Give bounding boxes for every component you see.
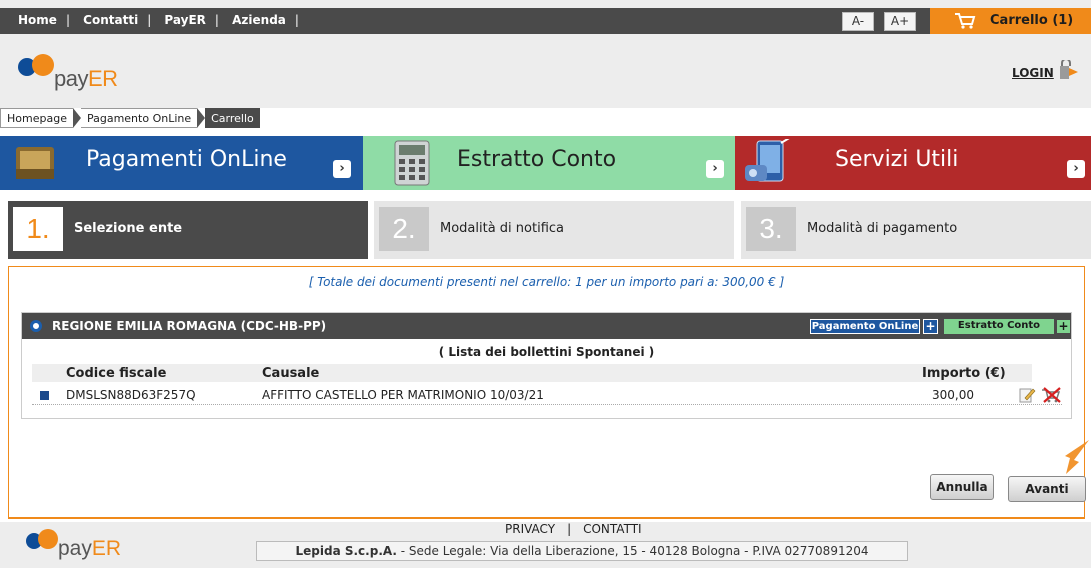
cart-summary: [ Totale dei documenti presenti nel carr… — [308, 275, 785, 289]
row-importo: 300,00 — [932, 388, 974, 402]
header — [0, 42, 1091, 108]
font-increase-button[interactable]: A+ — [884, 12, 916, 31]
breadcrumb: Homepage Pagamento OnLine Carrello — [0, 108, 260, 128]
wizard-steps: 1. Selezione ente 2. Modalità di notific… — [8, 201, 1091, 259]
row-marker — [40, 391, 49, 400]
list-title: ( Lista dei bollettini Spontanei ) — [438, 345, 655, 359]
footer-company-info: Lepida S.c.p.A. - Sede Legale: Via della… — [256, 541, 908, 561]
step-modalita-pagamento: 3. Modalità di pagamento — [741, 201, 1091, 259]
step-modalita-notifica: 2. Modalità di notifica — [374, 201, 734, 259]
add-pagamento-icon[interactable]: + — [923, 319, 938, 334]
breadcrumb-arrow-icon — [72, 108, 81, 128]
login-link[interactable]: LOGIN — [1012, 66, 1054, 80]
col-causale: Causale — [262, 366, 320, 381]
band-servizi-utili[interactable]: Servizi Utili › — [735, 136, 1091, 190]
remove-from-cart-icon[interactable] — [1040, 386, 1062, 404]
breadcrumb-arrow-icon — [197, 108, 206, 128]
privacy-link[interactable]: PRIVACY — [505, 522, 555, 536]
band-estratto-conto[interactable]: Estratto Conto › — [363, 136, 735, 190]
table-row: DMSLSN88D63F257Q AFFITTO CASTELLO PER MA… — [32, 385, 1062, 405]
breadcrumb-pagamento-online[interactable]: Pagamento OnLine — [80, 108, 198, 128]
nav-home[interactable]: Home — [18, 13, 57, 27]
footer-links: PRIVACY | CONTATTI — [505, 522, 642, 536]
band-pagamenti-online[interactable]: Pagamenti OnLine › — [0, 136, 363, 190]
breadcrumb-homepage[interactable]: Homepage — [0, 108, 73, 128]
top-navigation: Home | Contatti | PayER | Azienda | A- A+ — [0, 8, 1091, 34]
calculator-icon — [394, 140, 430, 186]
ente-radio[interactable] — [30, 320, 42, 332]
chevron-right-icon: › — [706, 160, 724, 178]
pagamento-online-button[interactable]: Pagamento OnLine — [810, 319, 920, 334]
avanti-button[interactable]: Avanti — [1008, 476, 1086, 502]
cart-icon — [955, 13, 976, 29]
section-bands: Pagamenti OnLine › Estratto Conto › Serv… — [0, 136, 1091, 190]
chevron-right-icon: › — [333, 160, 351, 178]
ente-header: REGIONE EMILIA ROMAGNA (CDC-HB-PP) Pagam… — [22, 313, 1071, 339]
table-header: Codice fiscale Causale Importo (€) — [32, 364, 1032, 382]
footer-logo: payER — [26, 525, 136, 565]
nav-contatti[interactable]: Contatti — [83, 13, 138, 27]
login-icon[interactable] — [1058, 60, 1080, 82]
edit-icon[interactable] — [1018, 386, 1036, 404]
col-codice-fiscale: Codice fiscale — [66, 366, 167, 381]
payer-logo[interactable]: payER — [18, 54, 138, 94]
chevron-right-icon: › — [1067, 160, 1085, 178]
step-selezione-ente: 1. Selezione ente — [8, 201, 368, 259]
wallet-icon — [16, 147, 54, 179]
col-importo: Importo (€) — [922, 366, 1006, 381]
nav-payer[interactable]: PayER — [164, 13, 205, 27]
pointer-arrow-icon — [1065, 440, 1089, 474]
row-causale: AFFITTO CASTELLO PER MATRIMONIO 10/03/21 — [262, 388, 544, 402]
cart-label: Carrello (1) — [990, 13, 1074, 28]
device-icon — [745, 139, 790, 182]
ente-name: REGIONE EMILIA ROMAGNA (CDC-HB-PP) — [52, 319, 327, 333]
row-codice: DMSLSN88D63F257Q — [66, 388, 196, 402]
nav-azienda[interactable]: Azienda — [232, 13, 286, 27]
breadcrumb-carrello: Carrello — [205, 108, 260, 128]
font-decrease-button[interactable]: A- — [842, 12, 874, 31]
estratto-conto-button[interactable]: Estratto Conto — [944, 319, 1054, 334]
contatti-link[interactable]: CONTATTI — [583, 522, 641, 536]
cart-button[interactable]: Carrello (1) — [930, 8, 1091, 34]
ente-section: REGIONE EMILIA ROMAGNA (CDC-HB-PP) Pagam… — [21, 312, 1072, 419]
add-estratto-icon[interactable]: + — [1056, 319, 1071, 334]
cart-panel: [ Totale dei documenti presenti nel carr… — [8, 266, 1086, 519]
annulla-button[interactable]: Annulla — [930, 474, 994, 500]
